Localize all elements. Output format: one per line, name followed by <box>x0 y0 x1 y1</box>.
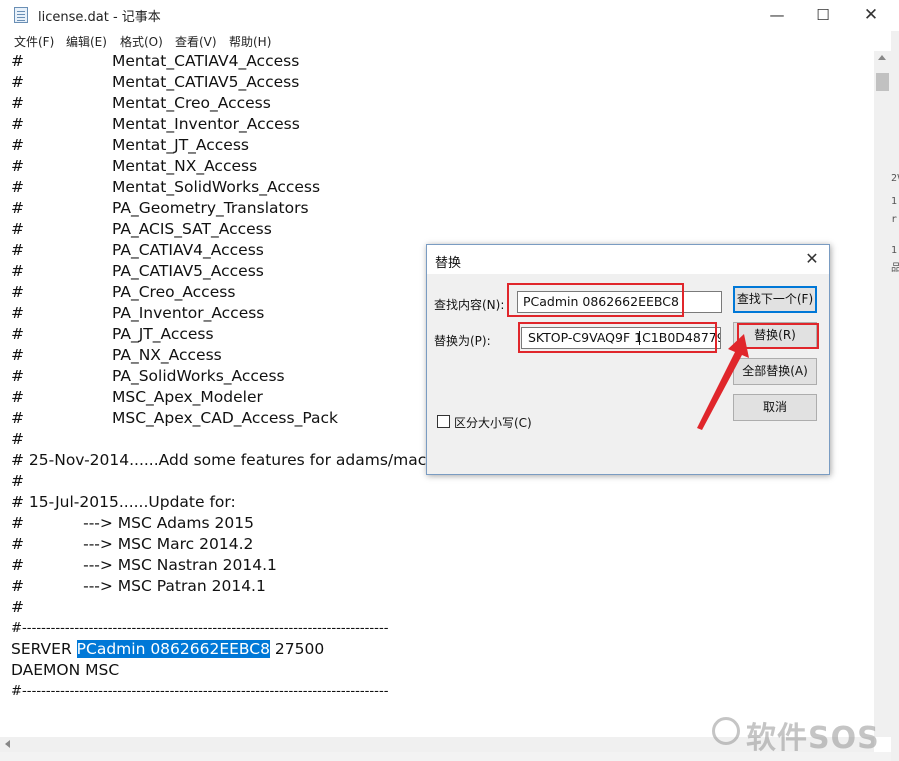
annotation-arrow-icon <box>697 334 749 430</box>
